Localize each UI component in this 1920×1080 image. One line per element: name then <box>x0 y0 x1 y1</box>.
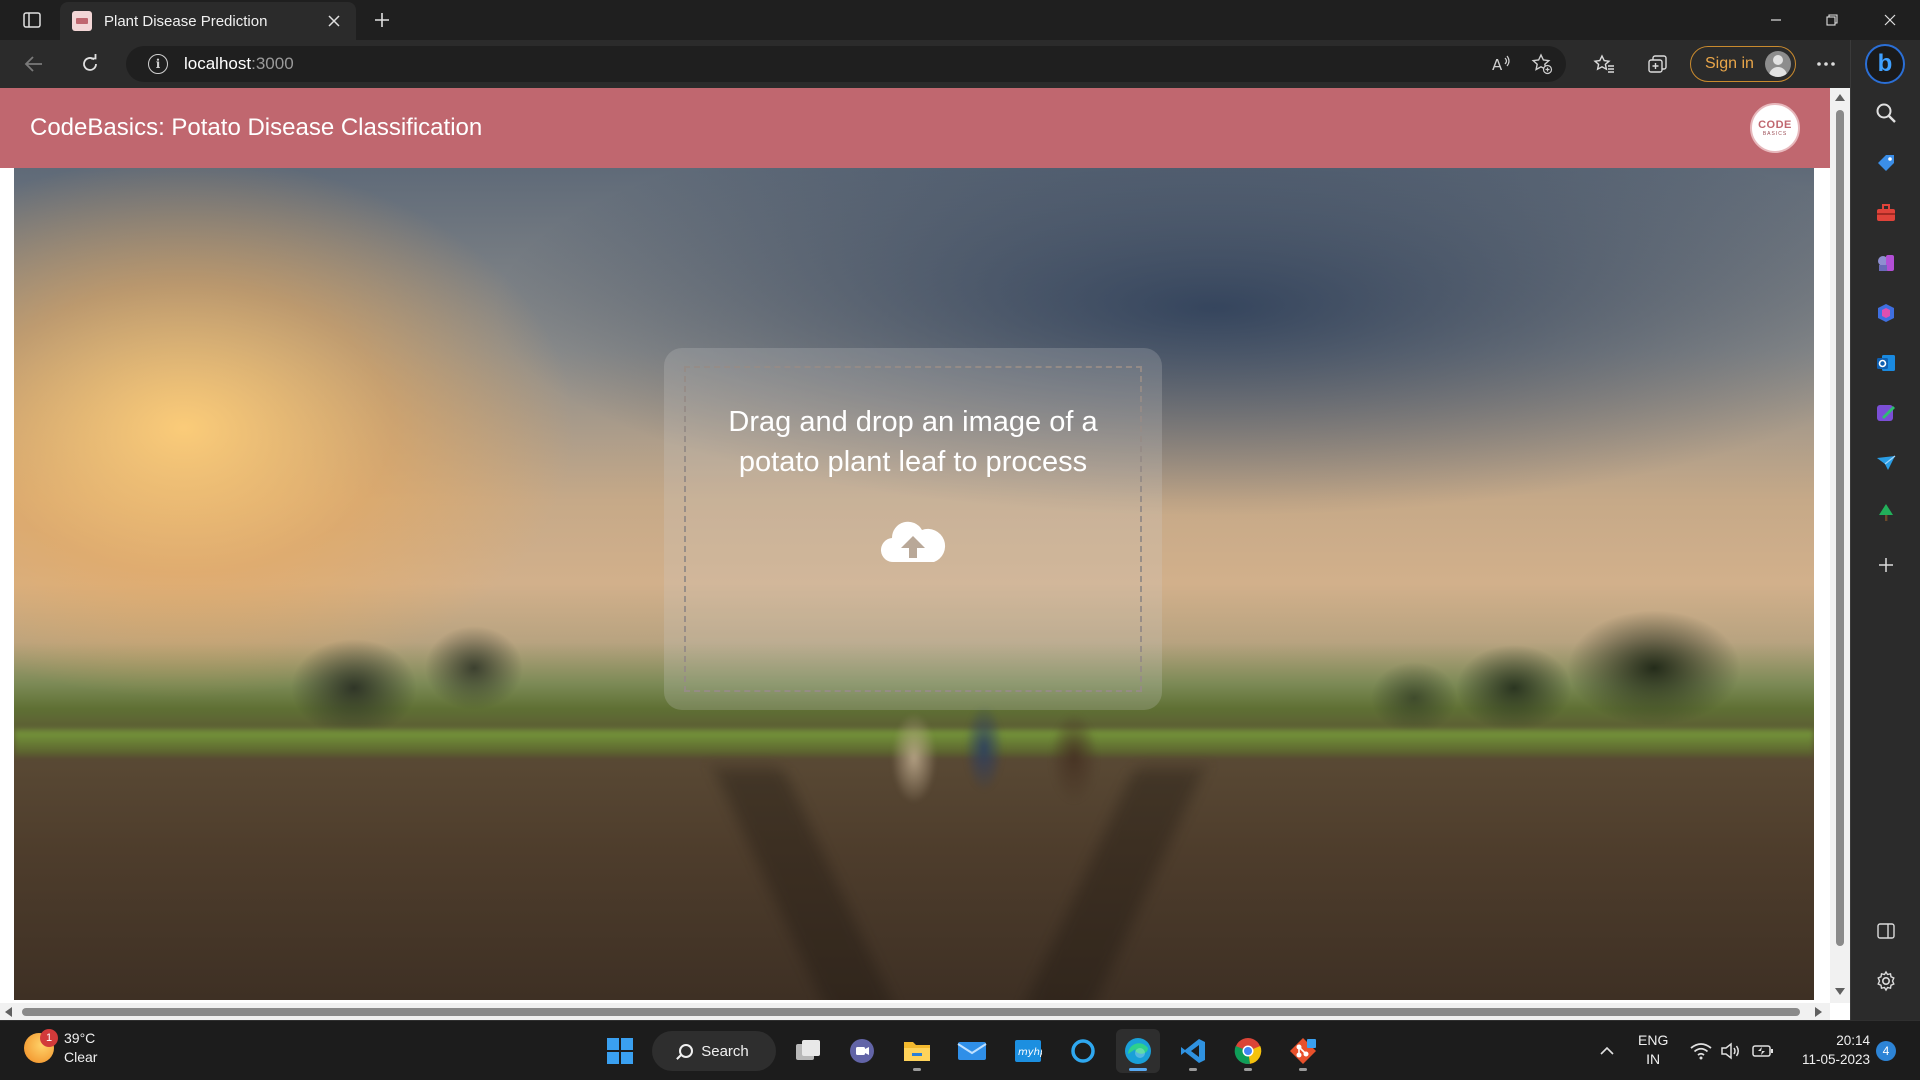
avatar <box>1765 51 1791 77</box>
language-line2: IN <box>1646 1051 1661 1067</box>
taskbar-search-label: Search <box>701 1042 749 1060</box>
chevron-up-icon[interactable] <box>1592 1029 1622 1073</box>
wifi-icon[interactable] <box>1688 1029 1714 1073</box>
drop-icon[interactable] <box>1871 448 1901 478</box>
active-indicator <box>1129 1068 1147 1071</box>
running-indicator <box>913 1068 921 1071</box>
more-icon[interactable] <box>1808 48 1844 80</box>
taskbar-search-button[interactable]: Search <box>652 1031 776 1071</box>
teams-icon[interactable] <box>840 1029 884 1073</box>
mail-icon[interactable] <box>950 1029 994 1073</box>
page-title: CodeBasics: Potato Disease Classificatio… <box>30 114 483 141</box>
git-icon[interactable] <box>1281 1029 1325 1073</box>
title-bar: Plant Disease Prediction <box>0 0 1920 40</box>
svg-text:myhp: myhp <box>1018 1047 1042 1058</box>
sign-in-label: Sign in <box>1705 55 1754 72</box>
sidebar-toggle-icon[interactable] <box>1871 916 1901 946</box>
logo-text-bottom: BASICS <box>1762 131 1788 137</box>
windows-start-icon[interactable] <box>598 1029 642 1073</box>
refresh-icon[interactable] <box>72 48 108 80</box>
notification-badge[interactable]: 4 <box>1876 1041 1896 1061</box>
vertical-scroll-thumb[interactable] <box>1836 110 1844 946</box>
battery-icon[interactable] <box>1750 1029 1776 1073</box>
file-explorer-icon[interactable] <box>895 1029 939 1073</box>
games-icon[interactable] <box>1871 248 1901 278</box>
navigation-bar: i localhost:3000 A Sign in <box>0 40 1920 88</box>
tab-actions-icon[interactable] <box>14 8 50 32</box>
collections-icon[interactable] <box>1640 48 1676 80</box>
codebasics-logo: CODE BASICS <box>1750 103 1800 153</box>
chrome-icon[interactable] <box>1226 1029 1270 1073</box>
read-aloud-icon[interactable]: A <box>1488 52 1516 76</box>
info-icon[interactable]: i <box>148 54 168 74</box>
horizontal-scrollbar[interactable] <box>0 1003 1830 1020</box>
restore-icon[interactable] <box>1804 0 1860 40</box>
search-icon[interactable] <box>1871 98 1901 128</box>
tab-favicon-icon <box>72 11 92 31</box>
vertical-scrollbar[interactable] <box>1830 88 1850 1003</box>
bing-icon[interactable]: b <box>1865 44 1905 84</box>
weather-badge: 1 <box>40 1029 58 1047</box>
running-indicator <box>1299 1068 1307 1071</box>
weather-moon-icon: 1 <box>24 1029 58 1063</box>
dropzone-text: Drag and drop an image of a potato plant… <box>728 406 1098 478</box>
taskbar: 1 39°C Clear Search myhp <box>0 1020 1920 1080</box>
close-icon[interactable] <box>324 11 344 31</box>
vscode-icon[interactable] <box>1171 1029 1215 1073</box>
add-icon[interactable] <box>1871 550 1901 580</box>
weather-condition: Clear <box>64 1049 98 1065</box>
page-viewport: CodeBasics: Potato Disease Classificatio… <box>0 88 1850 1020</box>
clock-date: 11-05-2023 <box>1801 1052 1870 1067</box>
search-glass-icon <box>679 1044 694 1058</box>
close-window-icon[interactable] <box>1862 0 1918 40</box>
scroll-left-icon[interactable] <box>5 1007 12 1017</box>
edge-sidebar: b <box>1850 40 1920 1020</box>
cortana-icon[interactable] <box>1061 1029 1105 1073</box>
language-indicator[interactable]: ENG IN <box>1638 1031 1668 1069</box>
scroll-right-icon[interactable] <box>1815 1007 1822 1017</box>
favorites-icon[interactable] <box>1586 48 1622 80</box>
url-port: :3000 <box>251 54 294 73</box>
app-header: CodeBasics: Potato Disease Classificatio… <box>0 88 1830 168</box>
minimize-icon[interactable] <box>1748 0 1804 40</box>
back-icon[interactable] <box>16 48 52 80</box>
tab-title: Plant Disease Prediction <box>104 12 268 30</box>
outlook-icon[interactable] <box>1871 348 1901 378</box>
svg-text:A: A <box>1492 56 1503 73</box>
clock-time: 20:14 <box>1836 1033 1870 1048</box>
upload-card: Drag and drop an image of a potato plant… <box>664 348 1162 710</box>
scroll-up-icon[interactable] <box>1835 94 1845 101</box>
office-icon[interactable] <box>1871 298 1901 328</box>
sign-in-button[interactable]: Sign in <box>1690 46 1796 82</box>
system-clock[interactable]: 20:14 11-05-2023 <box>1790 1031 1870 1069</box>
weather-temp: 39°C <box>64 1030 96 1046</box>
tools-icon[interactable] <box>1871 198 1901 228</box>
myhp-icon[interactable]: myhp <box>1006 1029 1050 1073</box>
designer-icon[interactable] <box>1871 398 1901 428</box>
weather-widget[interactable]: 1 39°C Clear <box>24 1029 97 1067</box>
volume-icon[interactable] <box>1718 1029 1744 1073</box>
address-bar[interactable]: i localhost:3000 A <box>126 46 1566 82</box>
url-host: localhost <box>184 54 252 73</box>
tree-icon[interactable] <box>1871 498 1901 528</box>
running-indicator <box>1189 1068 1197 1071</box>
add-favorite-icon[interactable] <box>1528 52 1556 76</box>
language-line1: ENG <box>1638 1032 1669 1048</box>
logo-text-top: CODE <box>1758 119 1792 131</box>
shopping-icon[interactable] <box>1871 148 1901 178</box>
background-image: Drag and drop an image of a potato plant… <box>14 168 1814 1000</box>
horizontal-scroll-thumb[interactable] <box>22 1008 1800 1016</box>
plus-icon[interactable] <box>368 6 396 34</box>
browser-tab[interactable]: Plant Disease Prediction <box>60 2 356 40</box>
settings-icon[interactable] <box>1871 966 1901 996</box>
image-dropzone[interactable]: Drag and drop an image of a potato plant… <box>684 366 1142 692</box>
running-indicator <box>1244 1068 1252 1071</box>
scroll-down-icon[interactable] <box>1835 988 1845 995</box>
edge-icon[interactable] <box>1116 1029 1160 1073</box>
cloud-upload-icon[interactable] <box>880 518 946 566</box>
task-view-icon[interactable] <box>786 1029 830 1073</box>
